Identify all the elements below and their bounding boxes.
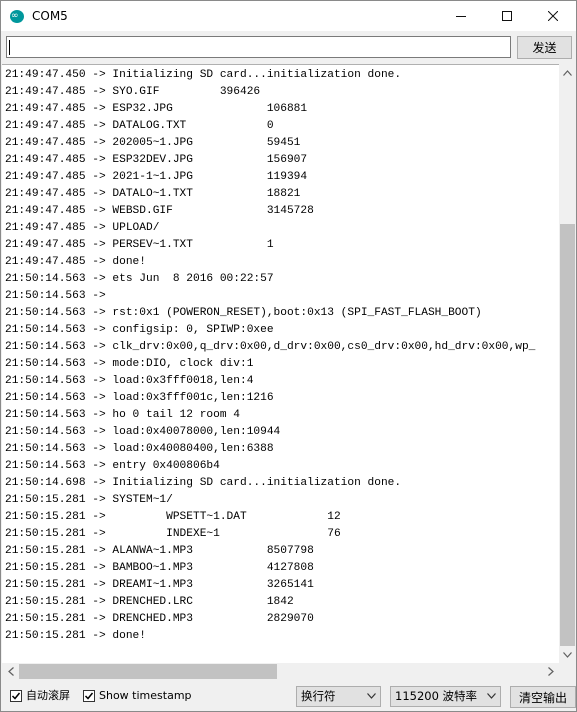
baud-rate-select[interactable]: 115200 波特率 bbox=[390, 686, 501, 707]
bottom-toolbar: 自动滚屏 Show timestamp 换行符 115200 波特率 清空输出 bbox=[1, 681, 576, 711]
minimize-icon bbox=[456, 16, 466, 17]
horizontal-scroll-thumb[interactable] bbox=[19, 664, 277, 679]
output-line: 21:50:14.563 -> load:0x40080400,len:6388 bbox=[5, 443, 274, 455]
output-line: 21:50:15.281 -> done! bbox=[5, 630, 146, 642]
output-line: 21:50:15.281 -> WPSETT~1.DAT 12 bbox=[5, 511, 341, 523]
output-line: 21:50:14.698 -> Initializing SD card...i… bbox=[5, 477, 402, 489]
output-line: 21:50:14.563 -> load:0x40078000,len:1094… bbox=[5, 426, 281, 438]
output-line: 21:49:47.485 -> DATALOG.TXT 0 bbox=[5, 120, 274, 132]
horizontal-scrollbar[interactable] bbox=[2, 663, 559, 680]
show-timestamp-label[interactable]: Show timestamp bbox=[99, 688, 192, 704]
send-button[interactable]: 发送 bbox=[517, 36, 572, 59]
output-line: 21:50:15.281 -> SYSTEM~1/ bbox=[5, 494, 173, 506]
scrollbar-corner bbox=[559, 663, 576, 680]
chevron-left-icon bbox=[7, 667, 14, 676]
maximize-button[interactable] bbox=[484, 1, 530, 31]
output-line: 21:50:15.281 -> ALANWA~1.MP3 8507798 bbox=[5, 545, 314, 557]
autoscroll-label[interactable]: 自动滚屏 bbox=[26, 688, 70, 704]
title-bar[interactable]: ∞ COM5 bbox=[1, 1, 576, 31]
text-caret bbox=[9, 40, 10, 55]
output-line: 21:50:14.563 -> clk_drv:0x00,q_drv:0x00,… bbox=[5, 341, 536, 353]
send-row: 发送 bbox=[1, 31, 576, 63]
output-line: 21:50:15.281 -> DRENCHED.MP3 2829070 bbox=[5, 613, 314, 625]
window-title: COM5 bbox=[32, 9, 68, 23]
chevron-down-icon bbox=[367, 693, 376, 699]
output-line: 21:49:47.485 -> ESP32.JPG 106881 bbox=[5, 103, 308, 115]
scroll-up-button[interactable] bbox=[559, 64, 576, 81]
arduino-app-icon: ∞ bbox=[10, 10, 24, 23]
vertical-scrollbar[interactable] bbox=[559, 64, 576, 663]
chevron-down-icon bbox=[563, 651, 572, 658]
clear-output-button[interactable]: 清空输出 bbox=[510, 686, 576, 708]
maximize-icon bbox=[502, 11, 512, 21]
vertical-scroll-thumb[interactable] bbox=[560, 224, 575, 646]
minimize-button[interactable] bbox=[438, 1, 484, 31]
baud-rate-value: 115200 波特率 bbox=[395, 689, 478, 703]
output-line: 21:49:47.485 -> DATALO~1.TXT 18821 bbox=[5, 188, 301, 200]
checkmark-icon bbox=[11, 692, 21, 700]
scroll-left-button[interactable] bbox=[2, 663, 19, 680]
show-timestamp-checkbox[interactable] bbox=[83, 690, 95, 702]
output-line: 21:50:14.563 -> ets Jun 8 2016 00:22:57 bbox=[5, 273, 274, 285]
chevron-up-icon bbox=[563, 69, 572, 76]
scroll-right-button[interactable] bbox=[542, 663, 559, 680]
serial-monitor-window: ∞ COM5 发送 21:49:47.450 -> Initializing S… bbox=[0, 0, 577, 712]
output-line: 21:50:14.563 -> bbox=[5, 290, 113, 302]
output-line: 21:49:47.485 -> ESP32DEV.JPG 156907 bbox=[5, 154, 308, 166]
autoscroll-checkbox[interactable] bbox=[10, 690, 22, 702]
output-line: 21:49:47.485 -> UPLOAD/ bbox=[5, 222, 160, 234]
serial-input[interactable] bbox=[6, 36, 511, 58]
close-icon bbox=[548, 11, 558, 21]
serial-output-area[interactable]: 21:49:47.450 -> Initializing SD card...i… bbox=[2, 64, 559, 664]
output-line: 21:50:15.281 -> BAMBOO~1.MP3 4127808 bbox=[5, 562, 314, 574]
line-ending-select[interactable]: 换行符 bbox=[296, 686, 381, 707]
output-line: 21:50:14.563 -> load:0x3fff001c,len:1216 bbox=[5, 392, 274, 404]
output-line: 21:50:14.563 -> mode:DIO, clock div:1 bbox=[5, 358, 254, 370]
chevron-down-icon bbox=[487, 693, 496, 699]
line-ending-value: 换行符 bbox=[301, 689, 336, 703]
checkmark-icon bbox=[84, 692, 94, 700]
output-line: 21:50:15.281 -> INDEXE~1 76 bbox=[5, 528, 341, 540]
output-line: 21:50:14.563 -> load:0x3fff0018,len:4 bbox=[5, 375, 254, 387]
output-line: 21:49:47.485 -> 202005~1.JPG 59451 bbox=[5, 137, 301, 149]
output-line: 21:49:47.485 -> WEBSD.GIF 3145728 bbox=[5, 205, 314, 217]
output-line: 21:49:47.485 -> done! bbox=[5, 256, 146, 268]
output-line: 21:50:14.563 -> configsip: 0, SPIWP:0xee bbox=[5, 324, 274, 336]
close-button[interactable] bbox=[530, 1, 576, 31]
output-line: 21:49:47.485 -> SYO.GIF 396426 bbox=[5, 86, 261, 98]
output-lines: 21:49:47.450 -> Initializing SD card...i… bbox=[5, 67, 535, 645]
output-line: 21:50:15.281 -> DREAMI~1.MP3 3265141 bbox=[5, 579, 314, 591]
output-line: 21:50:15.281 -> DRENCHED.LRC 1842 bbox=[5, 596, 294, 608]
output-line: 21:50:14.563 -> rst:0x1 (POWERON_RESET),… bbox=[5, 307, 482, 319]
output-line: 21:50:14.563 -> ho 0 tail 12 room 4 bbox=[5, 409, 240, 421]
scroll-down-button[interactable] bbox=[559, 646, 576, 663]
chevron-right-icon bbox=[547, 667, 554, 676]
output-line: 21:49:47.485 -> 2021-1~1.JPG 119394 bbox=[5, 171, 308, 183]
output-line: 21:49:47.485 -> PERSEV~1.TXT 1 bbox=[5, 239, 274, 251]
output-line: 21:49:47.450 -> Initializing SD card...i… bbox=[5, 69, 402, 81]
output-line: 21:50:14.563 -> entry 0x400806b4 bbox=[5, 460, 220, 472]
